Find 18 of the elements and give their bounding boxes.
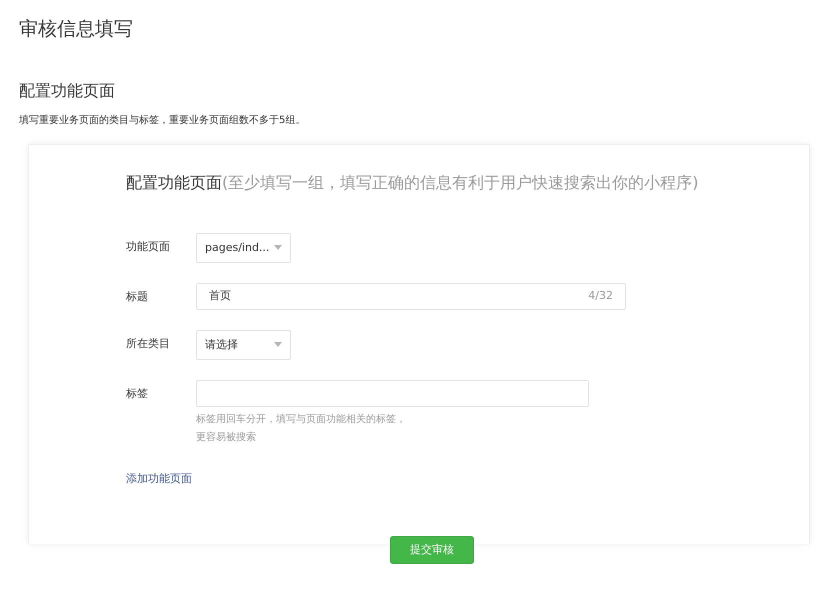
field-label: 功能页面 [126, 238, 171, 255]
field-hint: 标签用回车分开，填写与页面功能相关的标签， 更容易被搜索 [196, 412, 407, 445]
title-field[interactable]: 首页 4/32 [196, 282, 626, 310]
character-counter: 4/32 [588, 288, 613, 304]
field-label: 标题 [126, 288, 149, 305]
caret-icon [274, 245, 282, 250]
field-label: 所在类目 [126, 336, 171, 352]
select-field[interactable]: pages/ind... [196, 232, 291, 263]
select-field[interactable]: 请选择 [196, 330, 291, 360]
page-title: 审核信息填写 [19, 18, 134, 41]
field-label: 标签 [126, 386, 149, 402]
card-subtitle: (至少填写一组，填写正确的信息有利于用户快速搜索出你的小程序) [222, 172, 698, 194]
caret-icon [274, 342, 282, 348]
card-title: 配置功能页面 [126, 172, 222, 194]
tags-field[interactable] [196, 380, 589, 407]
section-title: 配置功能页面 [19, 80, 116, 100]
section-description: 填写重要业务页面的类目与标签，重要业务页面组数不多于5组。 [19, 114, 306, 128]
add-page-link[interactable]: 添加功能页面 [126, 470, 192, 488]
